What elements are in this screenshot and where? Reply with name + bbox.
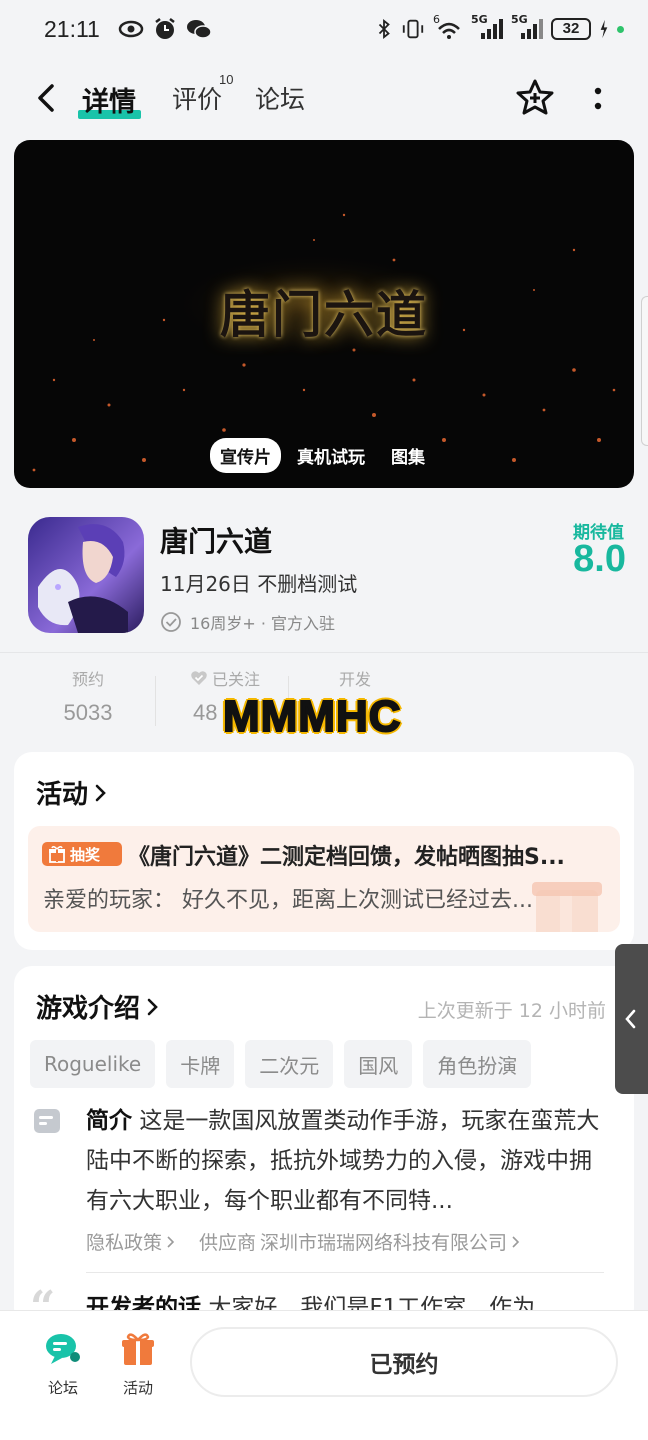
tag-item[interactable]: 二次元: [245, 1040, 334, 1088]
description-icon: [34, 1109, 60, 1133]
tag-item[interactable]: 国风: [344, 1040, 413, 1088]
status-time: 21:11: [44, 16, 100, 42]
verified-check-icon: [161, 612, 181, 632]
media-tab-gallery[interactable]: 图集: [381, 438, 435, 473]
description-text: 这是一款国风放置类动作手游，玩家在蛮荒大陆中不断的探索，抵抗外域势力的入侵，游戏…: [86, 1108, 600, 1214]
media-tab-trailer[interactable]: 宣传片: [210, 438, 281, 473]
lottery-badge-label: 抽奖: [70, 845, 101, 864]
privacy-policy-link[interactable]: 隐私政策: [86, 1228, 175, 1255]
stat-reservations: 预约 5033: [56, 666, 120, 726]
bottom-activity-button[interactable]: 活动: [108, 1331, 168, 1398]
divider: [86, 1272, 604, 1273]
tab-forum[interactable]: 论坛: [255, 80, 305, 116]
edge-panel-handle[interactable]: [641, 296, 648, 446]
bottom-forum-button[interactable]: 论坛: [33, 1331, 93, 1398]
chevron-right-icon: [147, 998, 158, 1015]
chevron-right-icon: [95, 784, 106, 801]
more-vertical-icon[interactable]: [583, 82, 613, 116]
privacy-policy-label: 隐私政策: [86, 1232, 163, 1254]
back-icon[interactable]: [32, 80, 64, 116]
vibrate-icon: [402, 19, 424, 39]
game-meta-text: 16周岁+ · 官方入驻: [190, 614, 336, 633]
bluetooth-icon: [378, 19, 390, 39]
chevron-left-icon: [625, 1009, 636, 1029]
stat-label: 开发: [338, 670, 371, 689]
battery-indicator: 32: [551, 18, 591, 40]
stat-divider: [155, 676, 156, 726]
supplier-name: 深圳市瑞瑞网络科技有限公司: [260, 1232, 508, 1254]
signal-label-2: 5G: [511, 13, 528, 26]
signal-indicator-1: 5G: [471, 13, 503, 41]
activity-header[interactable]: 活动: [36, 774, 108, 811]
wifi-label: 6: [433, 13, 440, 26]
game-intro-card: 游戏介绍 上次更新于 12 小时前 Roguelike 卡牌 二次元 国风 角色…: [14, 966, 634, 1330]
media-tab-gameplay[interactable]: 真机试玩: [287, 438, 375, 473]
divider: [0, 652, 648, 653]
alarm-icon: [155, 18, 175, 39]
gift-icon: [122, 1333, 154, 1365]
tag-item[interactable]: Roguelike: [30, 1040, 156, 1088]
tab-review[interactable]: 评价: [172, 80, 222, 116]
game-name: 唐门六道: [160, 525, 273, 558]
supplier-link[interactable]: 供应商 深圳市瑞瑞网络科技有限公司: [199, 1228, 520, 1255]
gift-icon: [49, 845, 65, 863]
status-system-icons: 6 5G 5G 32: [375, 13, 624, 41]
activity-card: 活动 抽奖 《唐门六道》二测定档回馈，发帖晒图抽S... 亲爱的玩家： 好久不见…: [14, 752, 634, 950]
review-count-badge: 10: [219, 72, 234, 87]
top-nav: 详情 评价 10 论坛: [0, 62, 648, 134]
expect-score: 8.0: [573, 538, 626, 580]
privacy-dot: [617, 25, 624, 33]
tag-item[interactable]: 卡牌: [166, 1040, 235, 1088]
game-app-icon: [28, 517, 144, 633]
watermark-overlay-text: MMMHC: [222, 691, 402, 742]
chevron-right-icon: [512, 1235, 520, 1248]
gift-decoration-icon: [532, 882, 602, 932]
tag-item[interactable]: 角色扮演: [423, 1040, 532, 1088]
wifi-indicator: 6: [433, 13, 463, 41]
bottom-action-bar: 论坛 活动 已预约: [0, 1310, 648, 1440]
stat-label: 已关注: [211, 670, 260, 689]
game-description[interactable]: 简介 这是一款国风放置类动作手游，玩家在蛮荒大陆中不断的探索，抵抗外域势力的入侵…: [86, 1101, 606, 1221]
supplier-label: 供应商: [199, 1232, 257, 1254]
status-notification-icons: [118, 17, 212, 41]
game-info: 唐门六道 11月26日 不删档测试 16周岁+ · 官方入驻 期待值 8.0: [0, 500, 648, 650]
lottery-badge: 抽奖: [42, 842, 122, 866]
status-bar: 21:11 6 5G 5G 32: [0, 0, 648, 62]
forum-bubble-icon: [46, 1334, 80, 1364]
last-updated: 上次更新于 12 小时前: [417, 1000, 606, 1022]
description-label: 简介: [86, 1108, 132, 1134]
intro-header[interactable]: 游戏介绍: [36, 988, 160, 1025]
game-meta: 16周岁+ · 官方入驻: [160, 610, 335, 634]
side-panel-handle[interactable]: [615, 944, 648, 1094]
stat-value: 5033: [63, 700, 113, 725]
intro-title: 游戏介绍: [36, 994, 141, 1024]
bottom-forum-label: 论坛: [47, 1379, 78, 1397]
charging-icon: [600, 19, 608, 39]
media-tabs: 宣传片 真机试玩 图集: [210, 438, 435, 473]
bottom-activity-label: 活动: [122, 1379, 153, 1397]
signal-label-1: 5G: [471, 13, 488, 26]
reserved-button[interactable]: 已预约: [190, 1327, 618, 1397]
intro-links: 隐私政策 供应商 深圳市瑞瑞网络科技有限公司: [86, 1228, 520, 1255]
stat-label: 预约: [71, 670, 104, 689]
chevron-right-icon: [167, 1235, 175, 1248]
star-plus-icon[interactable]: [515, 78, 555, 118]
wechat-icon: [187, 20, 212, 39]
activity-title: 活动: [36, 780, 89, 810]
tag-list: Roguelike 卡牌 二次元 国风 角色扮演: [30, 1040, 532, 1088]
eye-icon: [118, 20, 144, 38]
tab-detail[interactable]: 详情: [82, 80, 136, 119]
video-title-art: 唐门六道: [220, 285, 428, 344]
heart-check-icon: [191, 671, 207, 685]
activity-item-desc: 亲爱的玩家： 好久不见，距离上次测试已经过去...: [43, 888, 533, 913]
video-player[interactable]: 唐门六道 宣传片 真机试玩 图集: [14, 140, 634, 488]
game-test-date: 11月26日 不删档测试: [160, 572, 358, 596]
activity-item[interactable]: 抽奖 《唐门六道》二测定档回馈，发帖晒图抽S... 亲爱的玩家： 好久不见，距离…: [28, 826, 620, 932]
activity-item-title: 《唐门六道》二测定档回馈，发帖晒图抽S...: [128, 845, 565, 870]
signal-indicator-2: 5G: [511, 13, 543, 41]
